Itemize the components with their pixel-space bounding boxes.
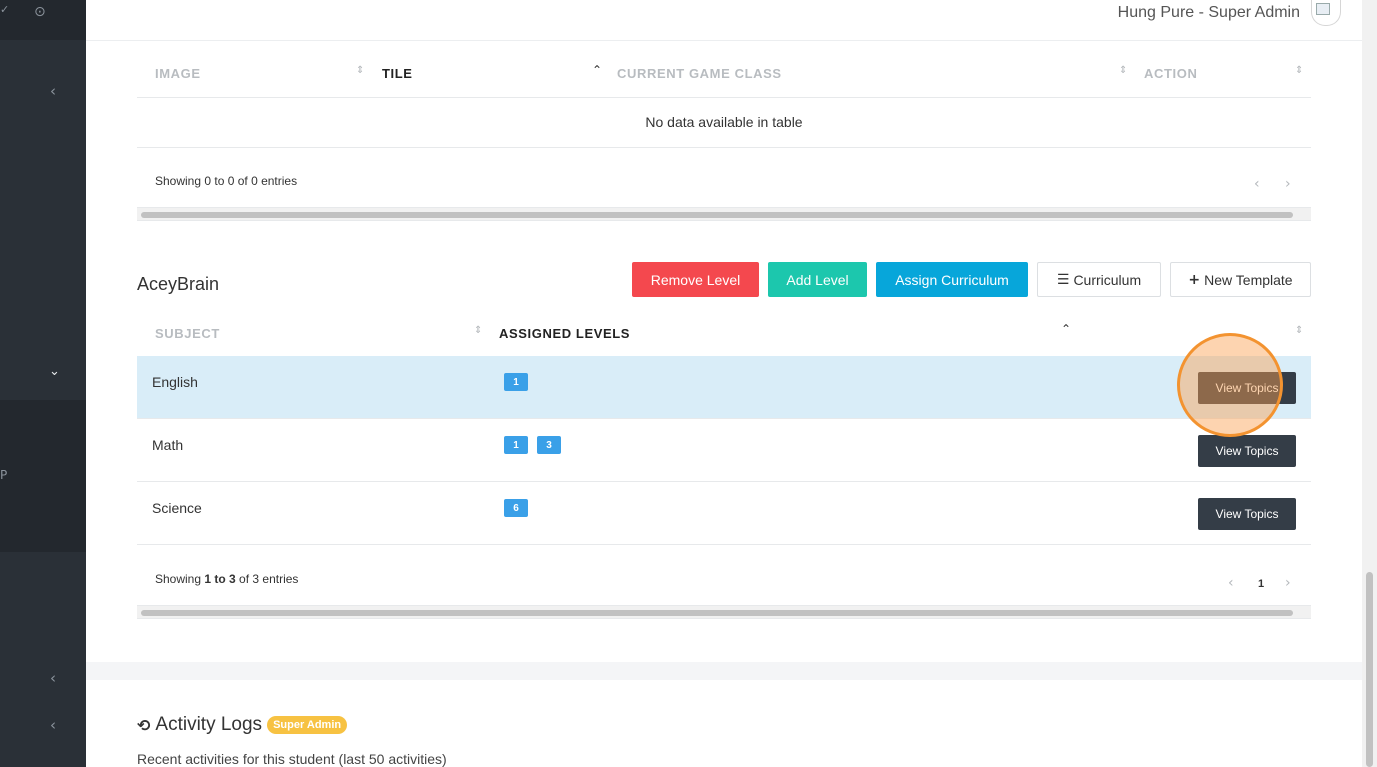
new-template-button-label: New Template — [1204, 271, 1293, 288]
table-row[interactable]: Science 6 View Topics — [137, 482, 1311, 545]
sidebar-active-group — [0, 400, 86, 552]
collapse-chevron-left-icon[interactable]: ‹ — [50, 84, 56, 99]
table-divider — [137, 147, 1311, 148]
sort-icon[interactable]: ⇕ — [1119, 66, 1127, 76]
list-icon: ☰ — [1056, 271, 1070, 288]
info-prefix: Showing — [155, 572, 205, 586]
chevron-left-icon[interactable]: ‹ — [50, 671, 56, 686]
view-topics-button[interactable]: View Topics — [1198, 435, 1296, 467]
level-badge: 1 — [504, 373, 528, 391]
level-badge: 6 — [504, 499, 528, 517]
next-page-icon[interactable]: › — [1285, 575, 1291, 591]
new-template-button[interactable]: + New Template — [1170, 262, 1311, 297]
info-range: 1 to 3 — [204, 572, 236, 586]
page-number[interactable]: 1 — [1258, 578, 1264, 590]
plus-icon: + — [1188, 271, 1201, 288]
scrollbar-thumb[interactable] — [141, 610, 1293, 616]
settings-icon[interactable]: ⊙ — [34, 5, 46, 19]
column-header-tile[interactable]: TILE — [382, 66, 413, 81]
sidebar-partial-label: P — [0, 468, 8, 482]
check-icon[interactable]: ✓ — [0, 4, 9, 15]
subject-name: Math — [152, 437, 184, 453]
scrollbar-thumb[interactable] — [1366, 572, 1373, 767]
chevron-down-icon[interactable]: ⌄ — [49, 365, 60, 378]
sort-ascending-icon[interactable]: ⌃ — [592, 64, 602, 76]
section-title: AceyBrain — [137, 274, 220, 294]
subject-name: Science — [152, 500, 202, 516]
sidebar: ✓ ⊙ ‹ ⌄ P ‹ ‹ — [0, 0, 86, 767]
empty-table-message: No data available in table — [645, 114, 803, 130]
horizontal-scrollbar[interactable] — [137, 207, 1311, 221]
view-topics-button[interactable]: View Topics — [1198, 498, 1296, 530]
chevron-left-icon[interactable]: ‹ — [50, 718, 56, 733]
level-badge: 3 — [537, 436, 561, 454]
previous-page-icon[interactable]: ‹ — [1254, 176, 1260, 192]
info-suffix: of 3 entries — [235, 572, 299, 586]
super-admin-badge: Super Admin — [267, 716, 348, 734]
assign-curriculum-button[interactable]: Assign Curriculum — [876, 262, 1028, 297]
table-info: Showing 1 to 3 of 3 entries — [155, 572, 298, 586]
sort-icon[interactable]: ⇕ — [1295, 66, 1303, 76]
history-icon: ⟲ — [137, 715, 151, 735]
vertical-scrollbar[interactable] — [1362, 0, 1377, 767]
curriculum-button-label: Curriculum — [1073, 271, 1142, 288]
column-header-action[interactable]: ACTION — [1144, 66, 1197, 81]
add-level-button[interactable]: Add Level — [768, 262, 867, 297]
scrollbar-thumb[interactable] — [141, 212, 1293, 218]
sort-ascending-icon[interactable]: ⌃ — [1061, 323, 1071, 335]
activity-subtitle: Recent activities for this student (last… — [137, 751, 447, 767]
column-header-image[interactable]: IMAGE — [155, 66, 201, 81]
column-header-subject[interactable]: SUBJECT — [155, 326, 220, 341]
activity-logs-title: ⟲ Activity Logs Super Admin — [137, 714, 348, 736]
curriculum-button[interactable]: ☰ Curriculum — [1037, 262, 1161, 297]
content-panel — [86, 0, 1362, 662]
view-topics-button[interactable]: View Topics — [1198, 372, 1296, 404]
avatar[interactable] — [1311, 0, 1341, 26]
horizontal-scrollbar[interactable] — [137, 605, 1311, 619]
table-row[interactable]: English 1 View Topics — [137, 356, 1311, 419]
activity-title-text: Activity Logs — [155, 714, 263, 735]
sort-icon[interactable]: ⇕ — [1295, 326, 1303, 336]
sort-icon[interactable]: ⇕ — [356, 66, 364, 76]
header-divider — [86, 40, 1362, 41]
level-badge: 1 — [504, 436, 528, 454]
subject-name: English — [152, 374, 198, 390]
column-header-current-game-class[interactable]: CURRENT GAME CLASS — [617, 66, 782, 81]
sort-icon[interactable]: ⇕ — [474, 326, 482, 336]
previous-page-icon[interactable]: ‹ — [1228, 575, 1234, 591]
table-row[interactable]: Math 1 3 View Topics — [137, 419, 1311, 482]
table-info: Showing 0 to 0 of 0 entries — [155, 174, 298, 188]
next-page-icon[interactable]: › — [1285, 176, 1291, 192]
remove-level-button[interactable]: Remove Level — [632, 262, 759, 297]
user-name[interactable]: Hung Pure - Super Admin — [1118, 4, 1300, 22]
table-divider — [137, 97, 1311, 98]
column-header-assigned-levels[interactable]: ASSIGNED LEVELS — [499, 326, 630, 341]
